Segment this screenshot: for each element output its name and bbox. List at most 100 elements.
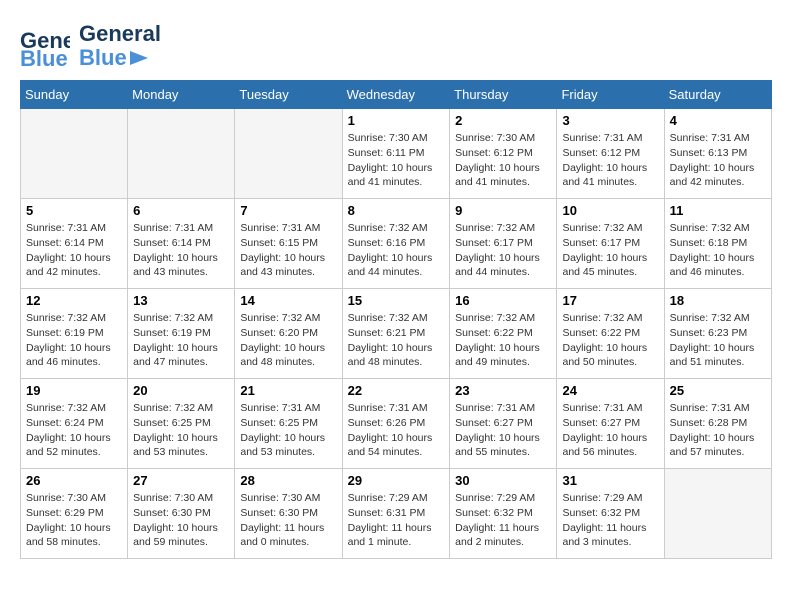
calendar-cell bbox=[664, 469, 771, 559]
day-number: 5 bbox=[26, 203, 122, 218]
day-info: Sunrise: 7:31 AM Sunset: 6:13 PM Dayligh… bbox=[670, 131, 766, 190]
day-info: Sunrise: 7:31 AM Sunset: 6:28 PM Dayligh… bbox=[670, 401, 766, 460]
day-info: Sunrise: 7:32 AM Sunset: 6:25 PM Dayligh… bbox=[133, 401, 229, 460]
day-number: 17 bbox=[562, 293, 658, 308]
calendar-cell: 3 Sunrise: 7:31 AM Sunset: 6:12 PM Daylig… bbox=[557, 109, 664, 199]
calendar-cell: 19 Sunrise: 7:32 AM Sunset: 6:24 PM Dayli… bbox=[21, 379, 128, 469]
logo-blue-text: Blue bbox=[79, 46, 127, 70]
weekday-header-tuesday: Tuesday bbox=[235, 81, 342, 109]
day-info: Sunrise: 7:29 AM Sunset: 6:32 PM Dayligh… bbox=[455, 491, 551, 550]
day-number: 10 bbox=[562, 203, 658, 218]
calendar-cell: 30 Sunrise: 7:29 AM Sunset: 6:32 PM Dayli… bbox=[450, 469, 557, 559]
weekday-header-monday: Monday bbox=[128, 81, 235, 109]
day-number: 16 bbox=[455, 293, 551, 308]
calendar-cell: 15 Sunrise: 7:32 AM Sunset: 6:21 PM Dayli… bbox=[342, 289, 450, 379]
day-number: 28 bbox=[240, 473, 336, 488]
day-number: 23 bbox=[455, 383, 551, 398]
day-number: 12 bbox=[26, 293, 122, 308]
weekday-header-sunday: Sunday bbox=[21, 81, 128, 109]
day-info: Sunrise: 7:31 AM Sunset: 6:25 PM Dayligh… bbox=[240, 401, 336, 460]
day-info: Sunrise: 7:32 AM Sunset: 6:19 PM Dayligh… bbox=[26, 311, 122, 370]
day-info: Sunrise: 7:31 AM Sunset: 6:12 PM Dayligh… bbox=[562, 131, 658, 190]
day-info: Sunrise: 7:32 AM Sunset: 6:20 PM Dayligh… bbox=[240, 311, 336, 370]
weekday-header-thursday: Thursday bbox=[450, 81, 557, 109]
day-number: 8 bbox=[348, 203, 445, 218]
calendar-cell: 25Sunrise: 7:31 AM Sunset: 6:28 PM Dayli… bbox=[664, 379, 771, 469]
day-info: Sunrise: 7:32 AM Sunset: 6:21 PM Dayligh… bbox=[348, 311, 445, 370]
calendar-week-row: 5 Sunrise: 7:31 AM Sunset: 6:14 PM Daylig… bbox=[21, 199, 772, 289]
day-number: 11 bbox=[670, 203, 766, 218]
calendar-cell: 28 Sunrise: 7:30 AM Sunset: 6:30 PM Dayli… bbox=[235, 469, 342, 559]
calendar-cell: 7Sunrise: 7:31 AM Sunset: 6:15 PM Daylig… bbox=[235, 199, 342, 289]
calendar-cell: 10 Sunrise: 7:32 AM Sunset: 6:17 PM Dayli… bbox=[557, 199, 664, 289]
calendar-cell: 2 Sunrise: 7:30 AM Sunset: 6:12 PM Daylig… bbox=[450, 109, 557, 199]
logo: General Blue General Blue bbox=[20, 20, 161, 70]
day-info: Sunrise: 7:32 AM Sunset: 6:18 PM Dayligh… bbox=[670, 221, 766, 280]
day-number: 15 bbox=[348, 293, 445, 308]
day-number: 9 bbox=[455, 203, 551, 218]
day-info: Sunrise: 7:32 AM Sunset: 6:22 PM Dayligh… bbox=[562, 311, 658, 370]
calendar-cell: 13 Sunrise: 7:32 AM Sunset: 6:19 PM Dayli… bbox=[128, 289, 235, 379]
day-info: Sunrise: 7:32 AM Sunset: 6:17 PM Dayligh… bbox=[562, 221, 658, 280]
day-info: Sunrise: 7:30 AM Sunset: 6:30 PM Dayligh… bbox=[240, 491, 336, 550]
calendar-cell: 31Sunrise: 7:29 AM Sunset: 6:32 PM Dayli… bbox=[557, 469, 664, 559]
calendar-cell: 26 Sunrise: 7:30 AM Sunset: 6:29 PM Dayli… bbox=[21, 469, 128, 559]
day-number: 6 bbox=[133, 203, 229, 218]
day-number: 19 bbox=[26, 383, 122, 398]
calendar-cell: 11 Sunrise: 7:32 AM Sunset: 6:18 PM Dayli… bbox=[664, 199, 771, 289]
day-number: 29 bbox=[348, 473, 445, 488]
calendar-cell: 6 Sunrise: 7:31 AM Sunset: 6:14 PM Daylig… bbox=[128, 199, 235, 289]
day-number: 26 bbox=[26, 473, 122, 488]
calendar-cell: 9 Sunrise: 7:32 AM Sunset: 6:17 PM Daylig… bbox=[450, 199, 557, 289]
calendar-cell: 24 Sunrise: 7:31 AM Sunset: 6:27 PM Dayli… bbox=[557, 379, 664, 469]
calendar-cell: 22 Sunrise: 7:31 AM Sunset: 6:26 PM Dayli… bbox=[342, 379, 450, 469]
calendar-week-row: 26 Sunrise: 7:30 AM Sunset: 6:29 PM Dayli… bbox=[21, 469, 772, 559]
day-number: 24 bbox=[562, 383, 658, 398]
logo-icon: General Blue bbox=[20, 20, 70, 70]
calendar-cell: 29Sunrise: 7:29 AM Sunset: 6:31 PM Dayli… bbox=[342, 469, 450, 559]
calendar-week-row: 1Sunrise: 7:30 AM Sunset: 6:11 PM Daylig… bbox=[21, 109, 772, 199]
day-info: Sunrise: 7:31 AM Sunset: 6:26 PM Dayligh… bbox=[348, 401, 445, 460]
calendar-cell: 4 Sunrise: 7:31 AM Sunset: 6:13 PM Daylig… bbox=[664, 109, 771, 199]
day-number: 2 bbox=[455, 113, 551, 128]
day-info: Sunrise: 7:32 AM Sunset: 6:22 PM Dayligh… bbox=[455, 311, 551, 370]
day-number: 30 bbox=[455, 473, 551, 488]
calendar-cell: 5Sunrise: 7:31 AM Sunset: 6:14 PM Daylig… bbox=[21, 199, 128, 289]
calendar-cell: 1Sunrise: 7:30 AM Sunset: 6:11 PM Daylig… bbox=[342, 109, 450, 199]
day-info: Sunrise: 7:30 AM Sunset: 6:29 PM Dayligh… bbox=[26, 491, 122, 550]
logo-general-text: General bbox=[79, 22, 161, 46]
svg-text:Blue: Blue bbox=[20, 46, 68, 70]
calendar-week-row: 19 Sunrise: 7:32 AM Sunset: 6:24 PM Dayli… bbox=[21, 379, 772, 469]
weekday-header-saturday: Saturday bbox=[664, 81, 771, 109]
day-info: Sunrise: 7:31 AM Sunset: 6:14 PM Dayligh… bbox=[133, 221, 229, 280]
day-number: 22 bbox=[348, 383, 445, 398]
calendar-cell: 21 Sunrise: 7:31 AM Sunset: 6:25 PM Dayli… bbox=[235, 379, 342, 469]
day-info: Sunrise: 7:32 AM Sunset: 6:24 PM Dayligh… bbox=[26, 401, 122, 460]
day-number: 21 bbox=[240, 383, 336, 398]
page-header: General Blue General Blue bbox=[20, 20, 772, 70]
calendar-cell: 27 Sunrise: 7:30 AM Sunset: 6:30 PM Dayli… bbox=[128, 469, 235, 559]
weekday-header-wednesday: Wednesday bbox=[342, 81, 450, 109]
day-info: Sunrise: 7:31 AM Sunset: 6:27 PM Dayligh… bbox=[455, 401, 551, 460]
calendar-cell bbox=[128, 109, 235, 199]
calendar-table: SundayMondayTuesdayWednesdayThursdayFrid… bbox=[20, 80, 772, 559]
day-number: 7 bbox=[240, 203, 336, 218]
day-number: 3 bbox=[562, 113, 658, 128]
calendar-week-row: 12 Sunrise: 7:32 AM Sunset: 6:19 PM Dayli… bbox=[21, 289, 772, 379]
day-number: 1 bbox=[348, 113, 445, 128]
day-info: Sunrise: 7:32 AM Sunset: 6:19 PM Dayligh… bbox=[133, 311, 229, 370]
day-number: 20 bbox=[133, 383, 229, 398]
day-info: Sunrise: 7:30 AM Sunset: 6:12 PM Dayligh… bbox=[455, 131, 551, 190]
day-info: Sunrise: 7:32 AM Sunset: 6:23 PM Dayligh… bbox=[670, 311, 766, 370]
day-info: Sunrise: 7:32 AM Sunset: 6:17 PM Dayligh… bbox=[455, 221, 551, 280]
calendar-cell: 16 Sunrise: 7:32 AM Sunset: 6:22 PM Dayli… bbox=[450, 289, 557, 379]
day-number: 13 bbox=[133, 293, 229, 308]
day-info: Sunrise: 7:31 AM Sunset: 6:27 PM Dayligh… bbox=[562, 401, 658, 460]
calendar-cell: 17 Sunrise: 7:32 AM Sunset: 6:22 PM Dayli… bbox=[557, 289, 664, 379]
day-number: 4 bbox=[670, 113, 766, 128]
logo-arrow-icon bbox=[130, 51, 148, 65]
day-info: Sunrise: 7:29 AM Sunset: 6:32 PM Dayligh… bbox=[562, 491, 658, 550]
day-number: 27 bbox=[133, 473, 229, 488]
weekday-header-friday: Friday bbox=[557, 81, 664, 109]
day-info: Sunrise: 7:30 AM Sunset: 6:30 PM Dayligh… bbox=[133, 491, 229, 550]
